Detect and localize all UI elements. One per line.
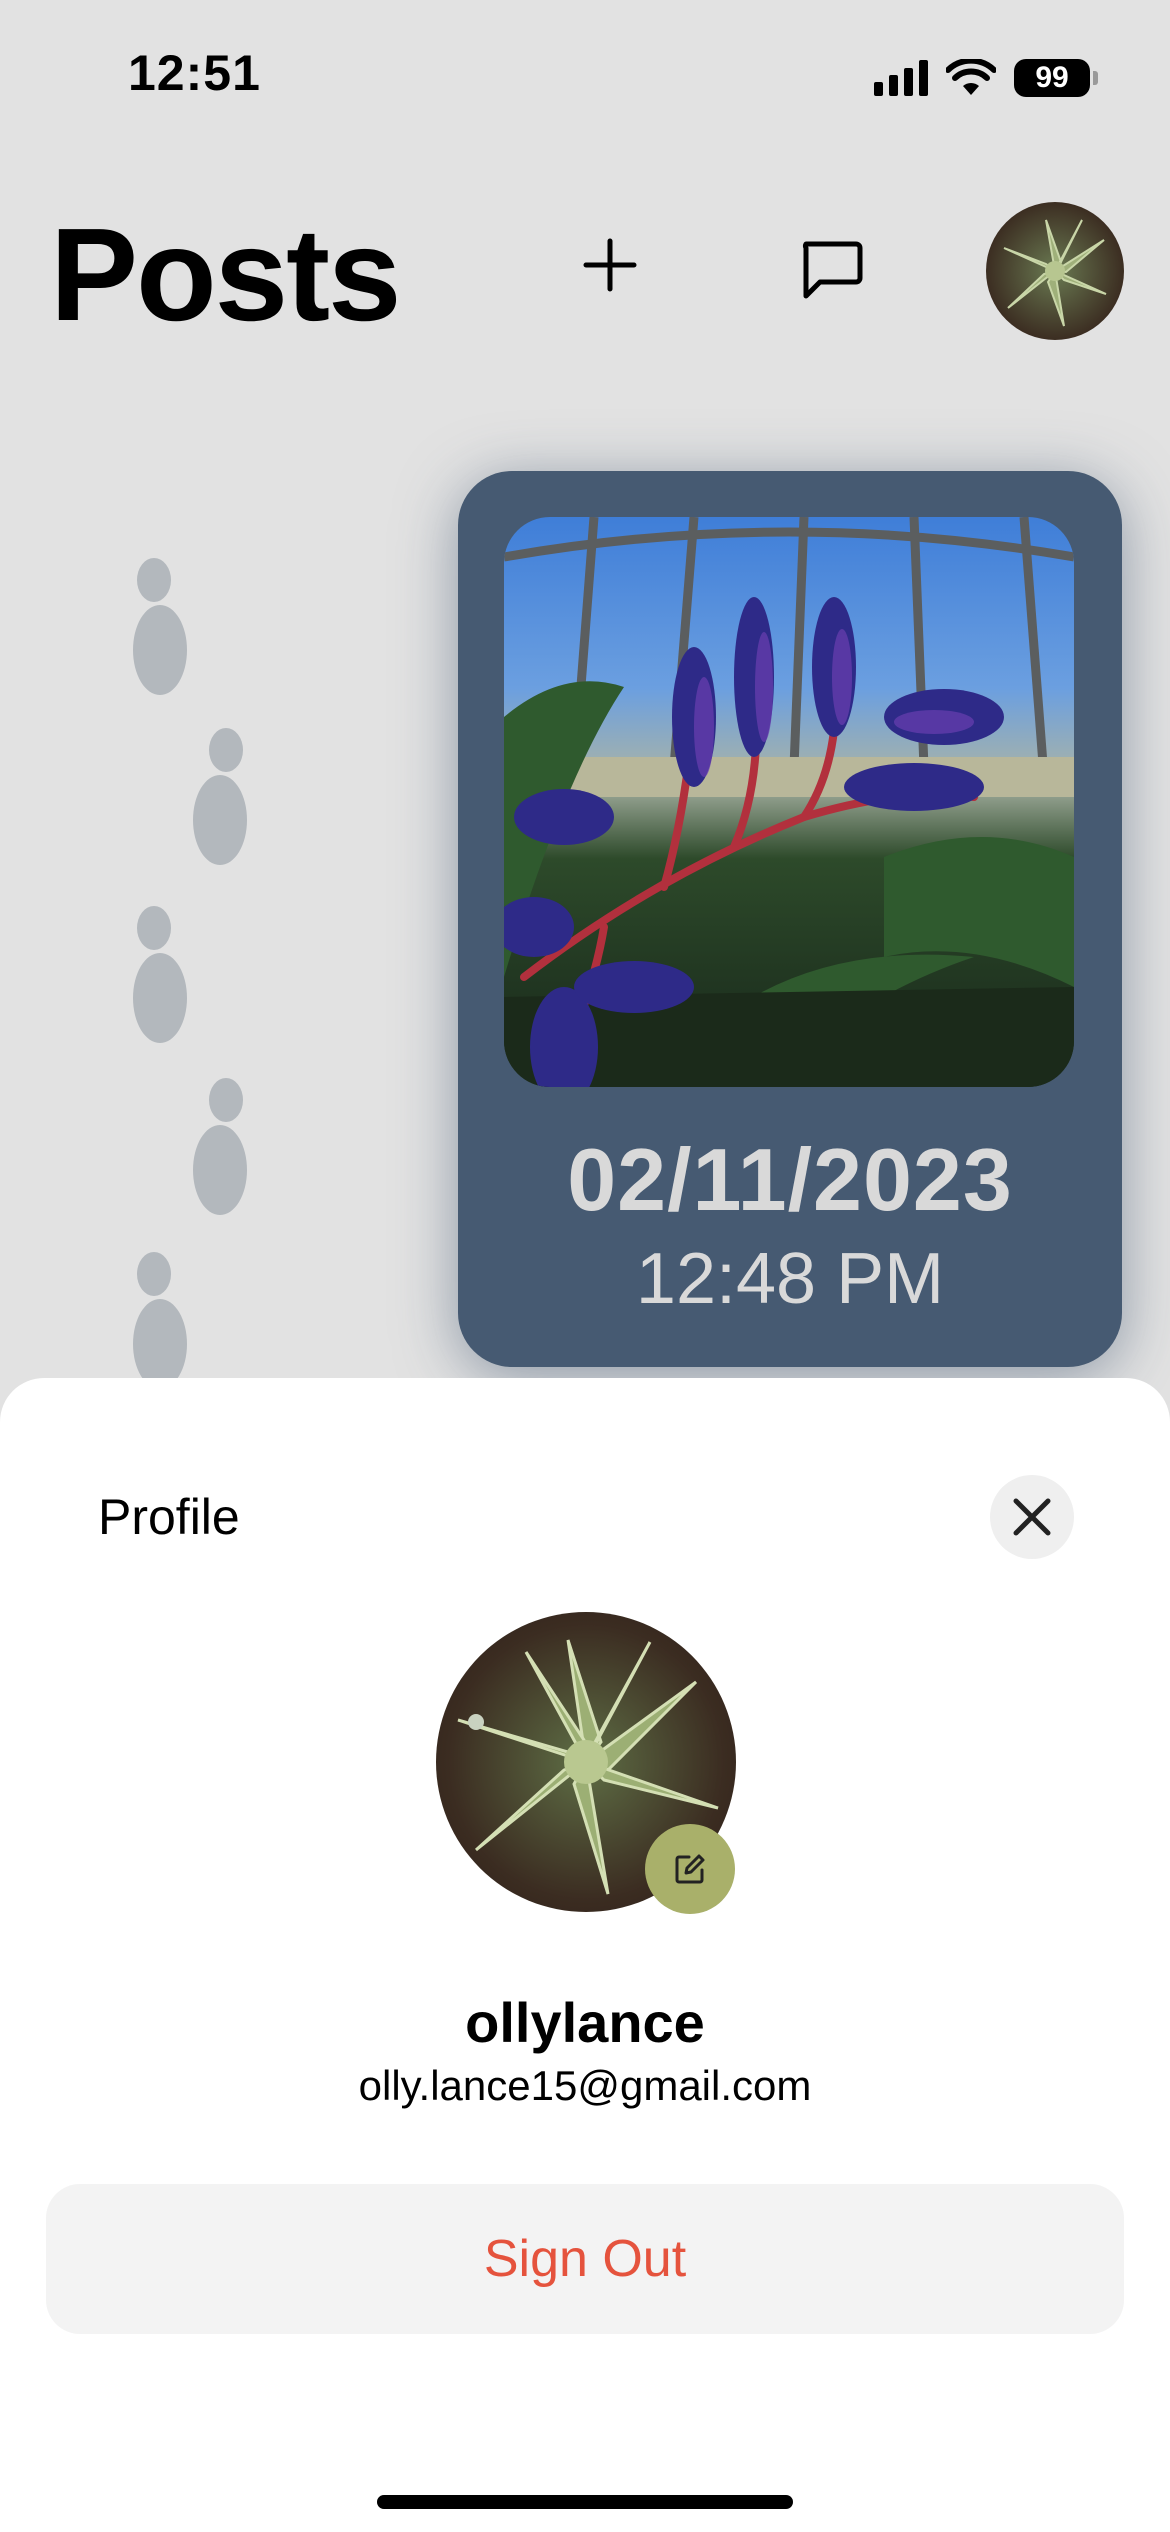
bromeliad-photo-image (504, 517, 1074, 1087)
profile-sheet: Profile ollylance olly.lance15@gmail.com… (0, 1378, 1170, 2532)
wifi-icon (946, 59, 996, 95)
edit-icon (675, 1854, 705, 1884)
plant-avatar-image (1003, 219, 1107, 327)
status-time: 12:51 (128, 45, 261, 101)
close-button[interactable] (990, 1475, 1074, 1559)
close-icon (1013, 1498, 1051, 1536)
plus-icon (583, 238, 637, 292)
post-card[interactable]: 02/11/2023 12:48 PM (458, 471, 1122, 1367)
cellular-signal-icon (874, 60, 928, 96)
post-time: 12:48 PM (635, 1239, 945, 1319)
edit-photo-button[interactable] (645, 1824, 735, 1914)
sign-out-button[interactable]: Sign Out (46, 2184, 1124, 2334)
footprints-decoration (133, 558, 247, 1389)
battery-level: 99 (1035, 61, 1069, 94)
battery-icon: 99 (1014, 59, 1098, 97)
home-indicator[interactable] (377, 2495, 793, 2509)
sheet-title: Profile (98, 1489, 240, 1545)
add-post-button[interactable] (565, 220, 655, 310)
messages-button[interactable] (786, 220, 876, 320)
chat-bubble-icon (802, 241, 863, 299)
post-date: 02/11/2023 (567, 1130, 1013, 1229)
status-bar: 12:51 99 (0, 0, 1170, 150)
profile-username: ollylance (465, 1991, 705, 2054)
post-photo (504, 517, 1074, 1087)
profile-avatar-button[interactable] (986, 202, 1124, 340)
profile-email: olly.lance15@gmail.com (358, 2062, 812, 2109)
status-icons: 99 (874, 56, 1098, 100)
page-title: Posts (50, 201, 401, 348)
